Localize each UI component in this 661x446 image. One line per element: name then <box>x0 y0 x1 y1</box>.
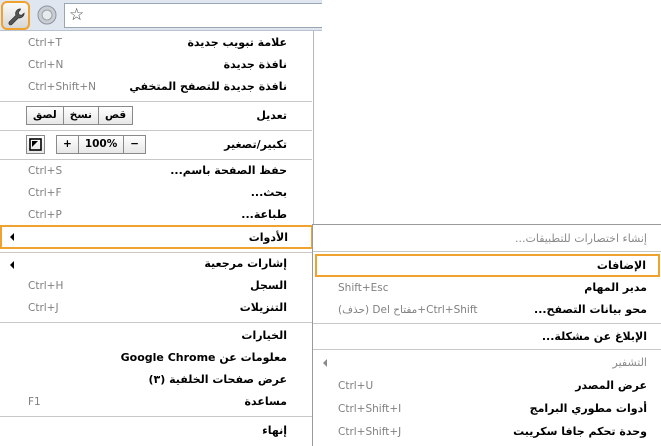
menu-item-label: عرض صفحات الخلفية (٣) <box>148 373 287 386</box>
menu-item-new-window[interactable]: نافذة جديدة Ctrl+N <box>0 55 312 77</box>
menu-item-label: تكبير/تصغير <box>224 138 287 151</box>
star-icon[interactable]: ☆ <box>69 5 84 26</box>
address-bar[interactable]: ☆ <box>64 3 322 28</box>
submenu-item-js-console[interactable]: وحدة تحكم جافا سكريبت Ctrl+Shift+J <box>313 421 661 443</box>
menu-item-history[interactable]: السجل Ctrl+H <box>0 276 312 298</box>
menu-item-label: مساعدة <box>244 395 288 408</box>
menu-item-label: الإضافات <box>596 259 646 272</box>
separator <box>313 251 661 252</box>
shortcut-label: Ctrl+Shift+J <box>338 426 402 438</box>
menu-item-label: التشفير <box>612 356 648 369</box>
menu-item-help[interactable]: مساعدة F1 <box>0 392 312 414</box>
shortcut-label: Shift+Esc <box>338 282 389 294</box>
shortcut-label: Ctrl+Shift+N <box>28 81 96 93</box>
menu-item-new-tab[interactable]: علامة تبويب جديدة Ctrl+T <box>0 33 312 55</box>
separator <box>0 416 312 417</box>
shortcut-label: F1 <box>28 396 41 408</box>
tools-submenu: إنشاء اختصارات للتطبيقات... الإضافات مدي… <box>312 224 661 446</box>
menu-item-label: الأدوات <box>248 231 288 244</box>
page-action-button[interactable] <box>35 4 59 26</box>
menu-item-edit: تعديل لصق نسخ قص <box>0 104 312 128</box>
submenu-arrow-icon <box>10 233 14 241</box>
zoom-out-button[interactable]: − <box>123 136 145 153</box>
menu-item-label: حفظ الصفحة باسم... <box>170 164 287 177</box>
menu-item-label: عرض المصدر <box>575 379 647 392</box>
submenu-item-extensions[interactable]: الإضافات <box>315 254 660 277</box>
fullscreen-icon <box>29 138 42 151</box>
copy-button[interactable]: نسخ <box>62 107 98 124</box>
separator <box>0 322 312 323</box>
shortcut-label: Ctrl+F <box>28 187 62 199</box>
separator <box>0 252 312 253</box>
submenu-item-report-issue[interactable]: الإبلاغ عن مشكلة... <box>313 326 661 348</box>
menu-item-label: محو بيانات التصفح... <box>534 303 647 316</box>
shortcut-label: Ctrl+N <box>28 59 64 71</box>
shortcut-label: Ctrl+Shift+I <box>338 403 402 415</box>
menu-item-exit[interactable]: إنهاء <box>0 421 312 443</box>
shortcut-label: Ctrl+Shift+مفتاح Del (حذف) <box>338 304 478 316</box>
menu-item-tools[interactable]: الأدوات <box>0 225 313 249</box>
separator <box>313 323 661 324</box>
menu-item-label: الخيارات <box>241 329 287 342</box>
submenu-item-clear-data[interactable]: محو بيانات التصفح... Ctrl+Shift+مفتاح De… <box>313 299 661 321</box>
menu-item-label: بحث... <box>250 186 287 199</box>
menu-item-label: الإبلاغ عن مشكلة... <box>541 330 647 343</box>
menu-item-zoom: تكبير/تصغير + 100% − <box>0 132 312 156</box>
shortcut-label: Ctrl+U <box>338 380 374 392</box>
menu-item-label: علامة تبويب جديدة <box>187 36 287 49</box>
submenu-arrow-icon <box>323 359 327 367</box>
paste-button[interactable]: لصق <box>27 107 63 124</box>
shortcut-label: Ctrl+H <box>28 280 64 292</box>
shortcut-label: Ctrl+S <box>28 165 63 177</box>
separator <box>0 101 312 102</box>
submenu-item-encoding[interactable]: التشفير <box>313 352 661 374</box>
menu-item-label: إنهاء <box>262 424 287 437</box>
shortcut-label: Ctrl+P <box>28 209 62 221</box>
shortcut-label: Ctrl+T <box>28 37 62 49</box>
separator <box>0 130 312 131</box>
fullscreen-button[interactable] <box>26 135 45 154</box>
zoom-level: 100% <box>77 136 123 153</box>
menu-item-about[interactable]: معلومات عن Google Chrome <box>0 348 312 370</box>
submenu-item-app-shortcuts[interactable]: إنشاء اختصارات للتطبيقات... <box>313 228 661 250</box>
menu-item-print[interactable]: طباعة... Ctrl+P <box>0 205 312 227</box>
submenu-item-developer-tools[interactable]: أدوات مطوري البرامج Ctrl+Shift+I <box>313 398 661 420</box>
menu-item-label: إشارات مرجعية <box>204 257 287 270</box>
submenu-item-task-manager[interactable]: مدير المهام Shift+Esc <box>313 277 661 299</box>
menu-item-bookmarks[interactable]: إشارات مرجعية <box>0 254 312 276</box>
submenu-item-view-source[interactable]: عرض المصدر Ctrl+U <box>313 375 661 397</box>
edit-button-group: لصق نسخ قص <box>26 106 134 125</box>
separator <box>0 159 312 160</box>
menu-item-options[interactable]: الخيارات <box>0 326 312 348</box>
zoom-in-button[interactable]: + <box>57 136 78 153</box>
menu-item-label: تعديل <box>256 109 287 122</box>
separator <box>313 349 661 350</box>
menu-item-label: طباعة... <box>241 208 287 221</box>
menu-item-label: مدير المهام <box>584 281 647 294</box>
zoom-control: + 100% − <box>56 135 147 154</box>
shield-icon <box>37 5 57 25</box>
menu-item-incognito[interactable]: نافذة جديدة للتصفح المتخفي Ctrl+Shift+N <box>0 77 312 99</box>
menu-item-background-pages[interactable]: عرض صفحات الخلفية (٣) <box>0 370 312 392</box>
submenu-arrow-icon <box>10 261 14 269</box>
menu-item-label: نافذة جديدة <box>223 58 287 71</box>
menu-item-label: وحدة تحكم جافا سكريبت <box>513 425 647 438</box>
menu-item-label: أدوات مطوري البرامج <box>529 402 647 415</box>
shortcut-label: Ctrl+J <box>28 302 59 314</box>
menu-item-downloads[interactable]: التنزيلات Ctrl+J <box>0 298 312 320</box>
browser-toolbar: ☆ <box>0 0 322 31</box>
menu-item-label: معلومات عن Google Chrome <box>120 351 287 364</box>
menu-item-find[interactable]: بحث... Ctrl+F <box>0 183 312 205</box>
cut-button[interactable]: قص <box>97 107 132 124</box>
wrench-menu-button[interactable] <box>1 1 30 30</box>
wrench-icon <box>8 8 25 26</box>
menu-item-save-as[interactable]: حفظ الصفحة باسم... Ctrl+S <box>0 161 312 183</box>
menu-item-label: إنشاء اختصارات للتطبيقات... <box>515 232 647 245</box>
menu-item-label: نافذة جديدة للتصفح المتخفي <box>129 80 287 93</box>
menu-item-label: السجل <box>250 279 287 292</box>
menu-item-label: التنزيلات <box>239 301 287 314</box>
wrench-menu: علامة تبويب جديدة Ctrl+T نافذة جديدة Ctr… <box>0 31 314 446</box>
